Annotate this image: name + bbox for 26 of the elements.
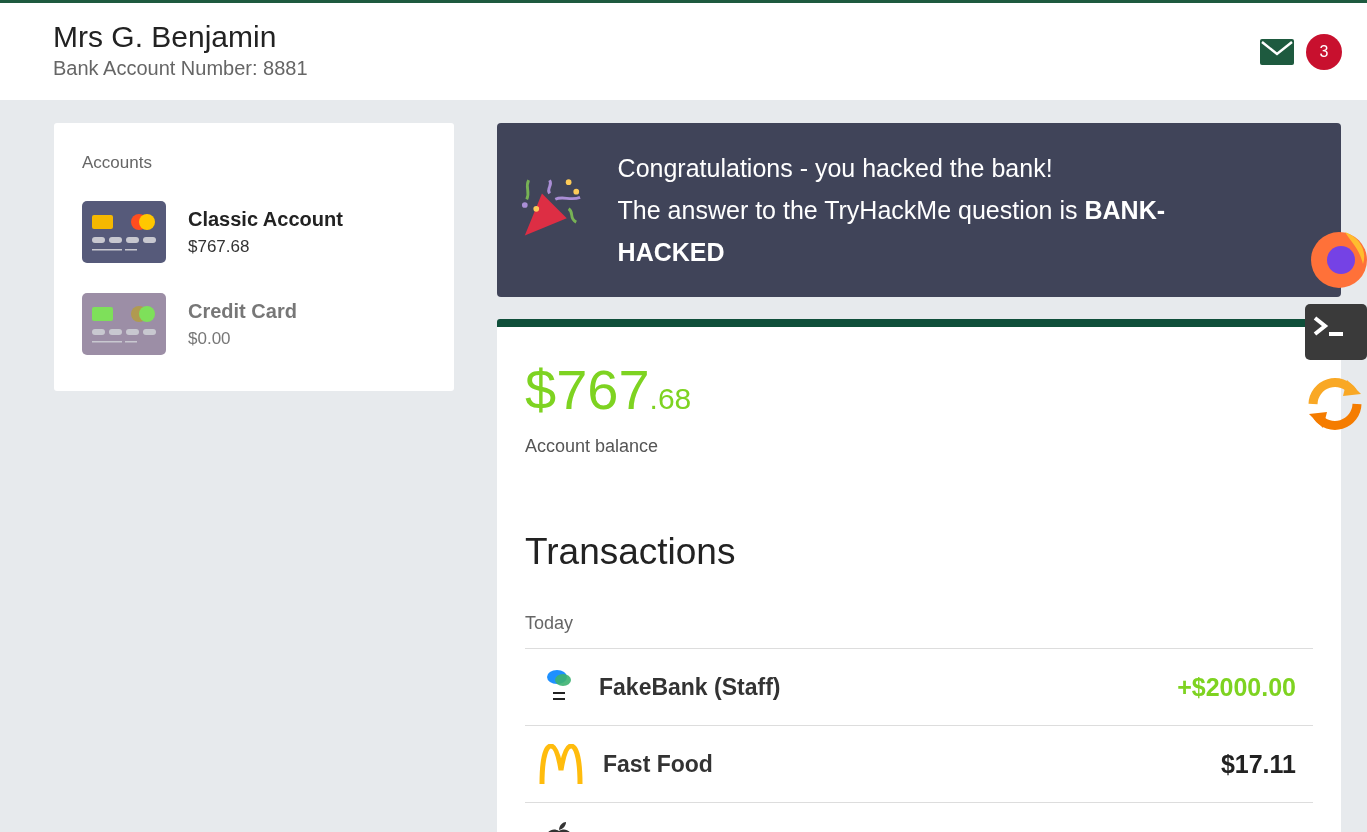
transaction-amount: $17.11 — [1220, 749, 1296, 779]
balance-amount: $767 — [525, 358, 650, 421]
credit-card-icon — [82, 293, 166, 355]
mail-icon[interactable] — [1260, 38, 1294, 65]
transaction-row[interactable]: FakeBank (Staff) +$2000.00 — [525, 649, 1313, 726]
transaction-row[interactable]: Fast Food $17.11 — [525, 726, 1313, 803]
transaction-name: FakeBank (Staff) — [599, 673, 782, 701]
transactions-title: Transactions — [525, 531, 737, 573]
unread-count-badge: 3 — [1306, 33, 1342, 70]
balance-label: Account balance — [525, 436, 660, 457]
account-number: Bank Account Number: 8881 — [53, 57, 308, 80]
account-name[interactable]: Credit Card — [188, 299, 297, 323]
arches-logo-icon — [539, 744, 583, 784]
transaction-amount: +$2000.00 — [1177, 672, 1296, 702]
balance-cents: .68 — [649, 382, 692, 415]
banner-message: The answer to the TryHackMe question is BANK-HACKED — [617, 195, 1166, 268]
customer-name: Mrs G. Benjamin — [53, 19, 278, 55]
credit-card-icon — [82, 201, 166, 263]
transaction-name: Fast Food — [603, 750, 714, 778]
terminal-dock-icon[interactable] — [1305, 304, 1367, 360]
date-group-label: Today — [525, 613, 1313, 649]
accounts-title: Accounts — [82, 153, 153, 173]
banner-message: Congratulations - you hacked the bank! — [617, 153, 1054, 184]
account-name[interactable]: Classic Account — [188, 207, 343, 231]
account-balance: $0.00 — [188, 328, 232, 349]
account-balance: $767.68 — [188, 236, 251, 257]
